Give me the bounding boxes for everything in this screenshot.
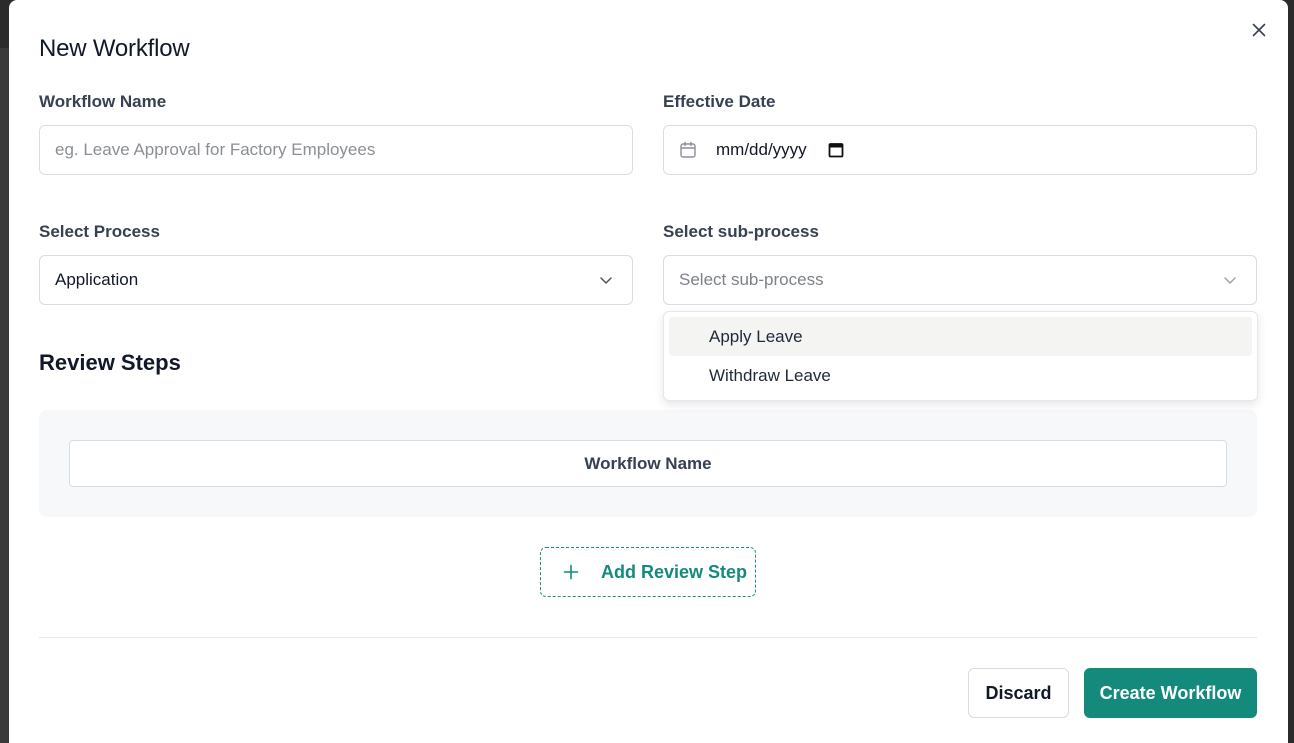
modal-backdrop (0, 48, 9, 743)
review-steps-panel: Workflow Name (39, 410, 1257, 517)
close-icon (1252, 23, 1266, 37)
chevron-down-icon (598, 272, 614, 288)
dropdown-option-apply-leave[interactable]: Apply Leave (669, 317, 1252, 356)
select-process-label: Select Process (39, 222, 160, 241)
process-selected-value: Application (55, 270, 139, 289)
workflow-name-label: Workflow Name (39, 92, 167, 111)
sub-process-placeholder: Select sub-process (679, 270, 824, 289)
sub-process-dropdown-menu: Apply Leave Withdraw Leave (663, 311, 1258, 401)
close-button[interactable] (1249, 20, 1269, 40)
add-review-step-label: Add Review Step (601, 561, 748, 582)
calendar-icon (679, 141, 697, 159)
footer-divider (39, 637, 1257, 638)
workflow-name-field-wrapper (39, 125, 633, 175)
workflow-name-input[interactable] (40, 126, 632, 174)
dropdown-option-withdraw-leave[interactable]: Withdraw Leave (669, 356, 1252, 395)
effective-date-input[interactable]: mm/dd/yyyy (663, 125, 1257, 175)
add-review-step-button[interactable]: Add Review Step (540, 547, 756, 597)
effective-date-value: mm/dd/yyyy (716, 140, 807, 159)
date-picker-icon[interactable] (828, 142, 844, 158)
sub-process-select[interactable]: Select sub-process (663, 255, 1257, 305)
discard-button[interactable]: Discard (968, 668, 1069, 718)
new-workflow-modal: New Workflow Workflow Name Effective Dat… (9, 0, 1288, 743)
review-steps-title: Review Steps (39, 350, 181, 375)
chevron-down-icon (1222, 272, 1238, 288)
effective-date-label: Effective Date (663, 92, 776, 111)
review-steps-column-header: Workflow Name (69, 440, 1227, 487)
process-select[interactable]: Application (39, 255, 633, 305)
select-sub-process-label: Select sub-process (663, 222, 819, 241)
create-workflow-button[interactable]: Create Workflow (1084, 668, 1257, 718)
modal-title: New Workflow (39, 35, 190, 62)
plus-icon (563, 564, 579, 580)
